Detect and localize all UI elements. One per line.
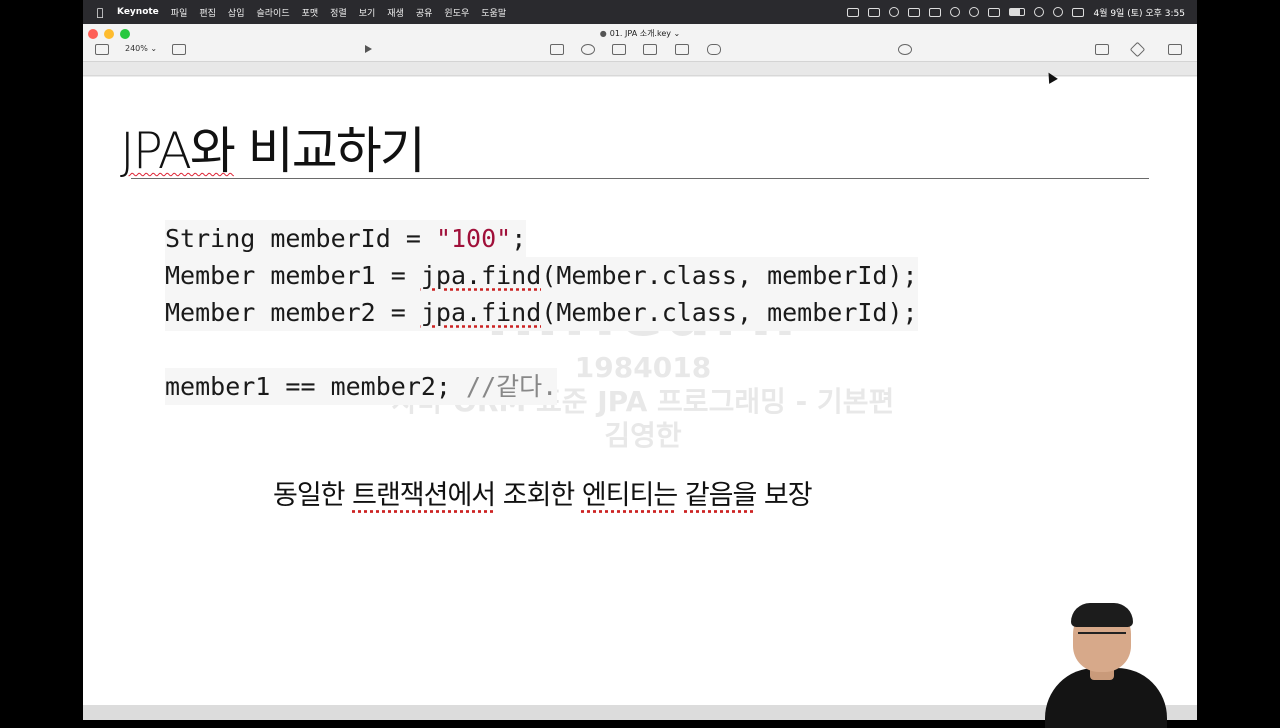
globe-icon[interactable]	[889, 7, 900, 17]
add-slide-icon[interactable]	[172, 44, 186, 55]
watermark-author: 김영한	[604, 419, 682, 452]
cloud-icon: ●	[599, 29, 607, 38]
code-line-3-call: jpa.find	[420, 298, 542, 327]
menubar-clock[interactable]: 4월 9일 (토) 오후 3:55	[1093, 6, 1185, 19]
battery-icon[interactable]	[1009, 8, 1026, 16]
menu-bar:  Keynote 파일 편집 삽입 슬라이드 포맷 정렬 보기 재생 공유 윈…	[83, 0, 1197, 24]
title-divider	[131, 178, 1149, 179]
zoom-value: 240%	[125, 44, 148, 53]
code-line-1-b: ;	[511, 224, 527, 253]
code-line-4-a: member1 == member2;	[165, 372, 467, 401]
input-source-icon[interactable]	[988, 7, 1001, 17]
code-line-1[interactable]: String memberId = "100";	[165, 220, 527, 257]
menu-format[interactable]: 포맷	[302, 6, 319, 19]
keynote-window:  Keynote 파일 편집 삽입 슬라이드 포맷 정렬 보기 재생 공유 윈…	[83, 0, 1197, 720]
display-icon[interactable]	[929, 7, 942, 17]
statement-part-5	[677, 480, 685, 511]
code-string-literal: "100"	[435, 224, 512, 253]
document-title-label: 01. JPA 소개.key	[609, 29, 671, 38]
code-line-4[interactable]: member1 == member2; //같다.	[165, 368, 558, 405]
document-title[interactable]: ● 01. JPA 소개.key ⌄	[83, 28, 1197, 39]
menu-slide[interactable]: 슬라이드	[256, 6, 289, 19]
bluetooth-icon[interactable]	[969, 7, 980, 17]
menu-window[interactable]: 윈도우	[444, 6, 469, 19]
slide-title[interactable]: JPA와 비교하기	[120, 111, 426, 183]
title-prefix: JPA와	[120, 122, 236, 180]
code-comment: //같다.	[466, 372, 558, 401]
menu-view[interactable]: 보기	[359, 6, 376, 19]
menu-edit[interactable]: 편집	[199, 6, 216, 19]
canvas-bottom-margin	[83, 705, 1197, 720]
view-sidebar-icon[interactable]	[95, 44, 109, 55]
zoom-select[interactable]: 240% ⌄	[125, 44, 157, 53]
comment-icon[interactable]	[707, 44, 721, 55]
menu-play[interactable]: 재생	[387, 6, 404, 19]
menu-help[interactable]: 도움말	[481, 6, 506, 19]
code-line-3-b: (Member.class, memberId);	[541, 298, 918, 327]
code-line-3[interactable]: Member member2 = jpa.find(Member.class, …	[165, 294, 918, 331]
title-rest: 비교하기	[233, 122, 426, 180]
statement-part-6: 같음을	[684, 480, 758, 511]
code-line-2-b: (Member.class, memberId);	[541, 261, 918, 290]
code-line-1-a: String memberId =	[165, 224, 436, 253]
code-line-3-a: Member member2 =	[165, 298, 421, 327]
menu-file[interactable]: 파일	[171, 6, 188, 19]
canvas-top-margin	[83, 62, 1197, 76]
search-icon[interactable]	[1053, 7, 1064, 17]
statement-part-7: 보장	[756, 480, 813, 511]
menu-share[interactable]: 공유	[416, 6, 433, 19]
statement-part-1: 동일한	[273, 480, 353, 511]
media-icon[interactable]	[675, 44, 689, 55]
status-area: 4월 9일 (토) 오후 3:55	[847, 0, 1185, 24]
slide-statement[interactable]: 동일한 트랜잭션에서 조회한 엔티티는 같음을 보장	[273, 473, 813, 512]
photo-icon[interactable]	[908, 7, 921, 17]
code-line-2-a: Member member1 =	[165, 261, 421, 290]
control-center-icon[interactable]	[1072, 7, 1085, 17]
statement-part-4: 엔티티는	[581, 480, 678, 511]
wifi-icon[interactable]	[1034, 7, 1045, 17]
apple-menu-icon[interactable]: 	[93, 5, 107, 19]
app-status-icon[interactable]	[868, 7, 881, 17]
code-line-2[interactable]: Member member1 = jpa.find(Member.class, …	[165, 257, 918, 294]
slide-canvas[interactable]: JPA와 비교하기 inflearn 1984018 자바 ORM 표준 JPA…	[83, 77, 1197, 705]
volume-icon[interactable]	[950, 7, 961, 17]
chart-icon[interactable]	[581, 44, 595, 55]
collaborate-icon[interactable]	[898, 44, 912, 55]
statement-part-3: 조회한	[495, 480, 582, 511]
presenter-video	[1040, 600, 1170, 728]
shape-icon[interactable]	[643, 44, 657, 55]
presenter-hair	[1071, 603, 1133, 627]
text-icon[interactable]	[612, 44, 626, 55]
screen-record-icon[interactable]	[847, 7, 860, 17]
toolbar: ● 01. JPA 소개.key ⌄ 240% ⌄	[83, 24, 1197, 62]
presenter-glasses	[1078, 632, 1126, 642]
menu-insert[interactable]: 삽입	[228, 6, 245, 19]
code-line-2-call: jpa.find	[420, 261, 542, 290]
table-icon[interactable]	[550, 44, 564, 55]
app-menu[interactable]: Keynote	[117, 7, 159, 17]
menu-arrange[interactable]: 정렬	[330, 6, 347, 19]
document-icon[interactable]	[1168, 44, 1182, 55]
animate-icon[interactable]	[1129, 41, 1146, 58]
play-icon[interactable]	[365, 45, 372, 53]
chevron-down-icon: ⌄	[670, 29, 681, 38]
statement-part-2: 트랜잭션에서	[352, 480, 496, 511]
format-brush-icon[interactable]	[1095, 44, 1109, 55]
